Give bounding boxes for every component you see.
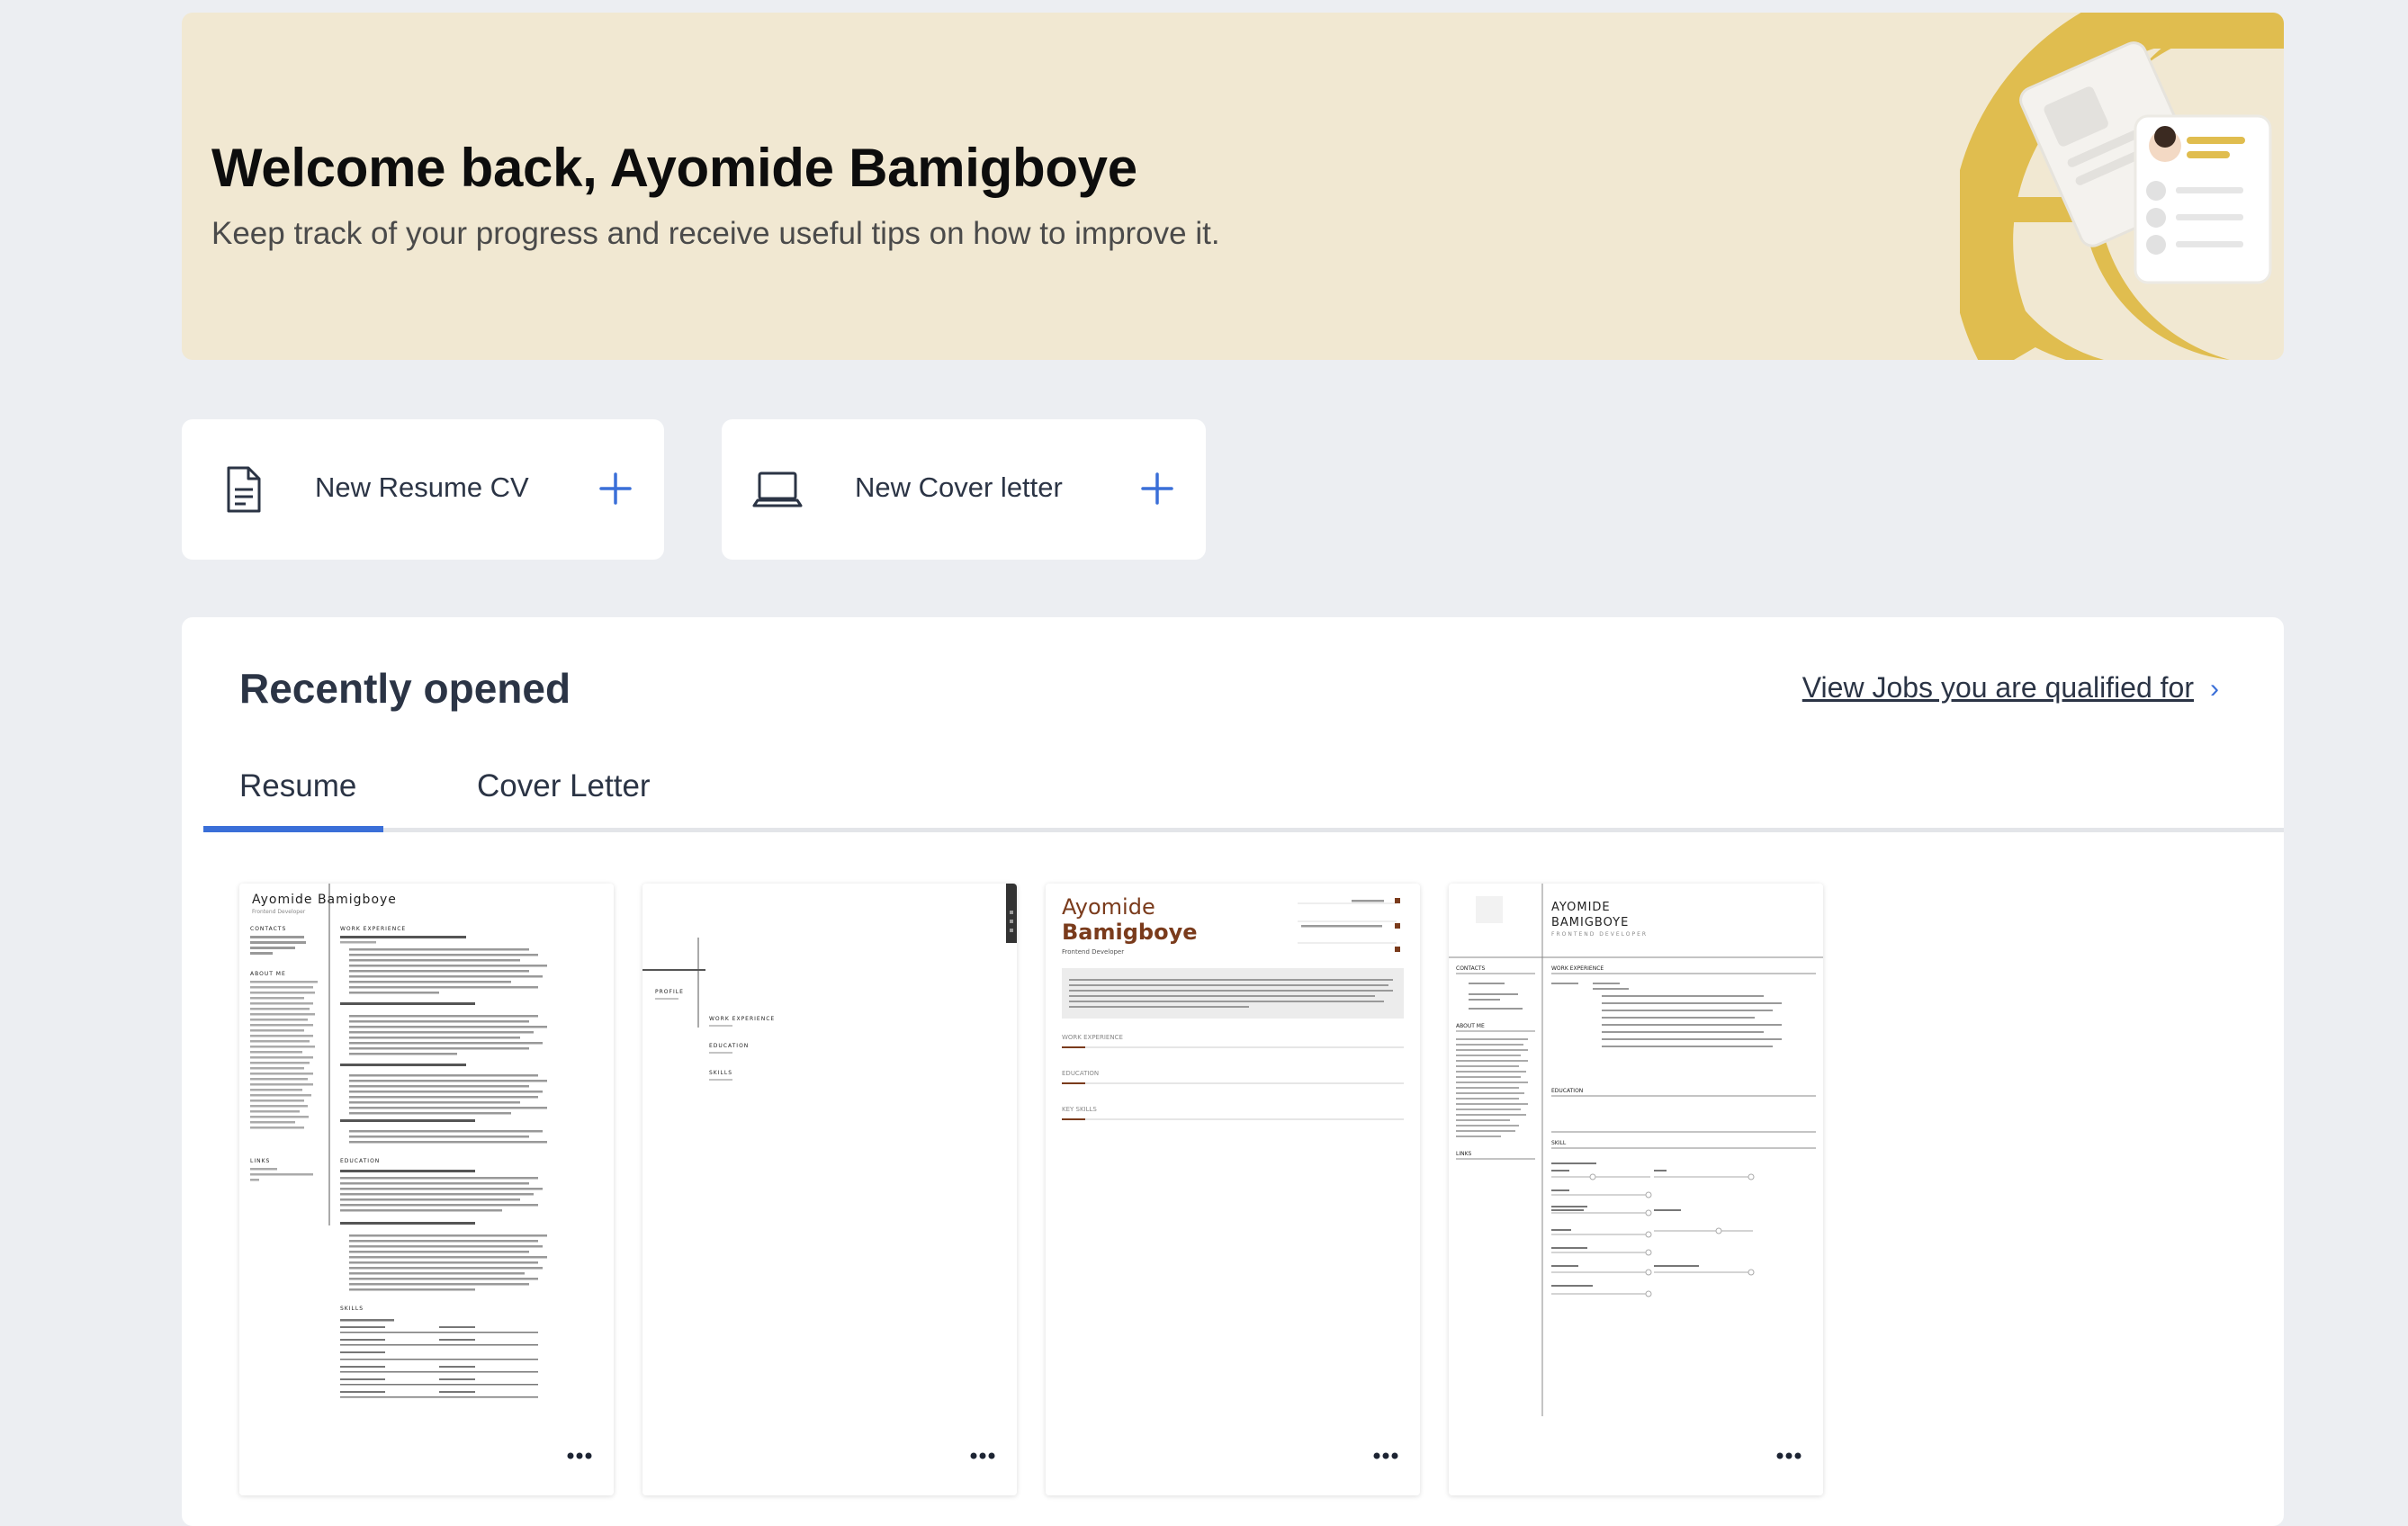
thumb2-work: WORK EXPERIENCE [709, 1016, 775, 1022]
thumb1-about: ABOUT ME [250, 971, 286, 977]
new-resume-card[interactable]: New Resume CV [182, 419, 664, 560]
thumb1-links: LINKS [250, 1158, 270, 1164]
welcome-title: Welcome back, Ayomide Bamigboye [211, 138, 1137, 198]
resume-illustration-icon [1960, 13, 2284, 360]
thumb1-contacts: CONTACTS [250, 926, 286, 932]
thumb4-links: LINKS [1456, 1151, 1472, 1157]
card-footer [1046, 1416, 1420, 1495]
card-footer [642, 1416, 1017, 1495]
tab-active-indicator [203, 826, 383, 832]
thumb1-role: Frontend Developer [252, 909, 306, 915]
resume-thumbnail[interactable]: Ayomide Bamigboye Frontend Developer WOR… [1046, 884, 1420, 1417]
more-horizontal-icon[interactable] [1771, 1438, 1807, 1474]
thumb4-education: EDUCATION [1551, 1088, 1583, 1094]
resume-thumbnail[interactable]: AYOMIDE BAMIGBOYE FRONTEND DEVELOPER CON… [1449, 884, 1823, 1417]
thumb2-profile: PROFILE [655, 989, 684, 995]
plus-icon[interactable] [596, 469, 635, 508]
new-cover-letter-card[interactable]: New Cover letter [722, 419, 1206, 560]
tab-divider [203, 828, 2284, 832]
document-icon [227, 466, 261, 513]
thumb4-skill: SKILL [1551, 1140, 1567, 1146]
resume-card[interactable]: PROFILE WORK EXPERIENCE EDUCATION SKILLS [642, 884, 1017, 1495]
plus-icon[interactable] [1137, 469, 1177, 508]
view-jobs-label[interactable]: View Jobs you are qualified for [1802, 671, 2194, 704]
thumb4-contacts: CONTACTS [1456, 965, 1485, 972]
card-footer [239, 1416, 614, 1495]
recently-opened-panel: Recently opened View Jobs you are qualif… [182, 617, 2284, 1526]
thumb2-skills: SKILLS [709, 1070, 732, 1076]
thumb3-role: Frontend Developer [1062, 948, 1124, 956]
card-footer [1449, 1416, 1823, 1495]
thumb4-last: BAMIGBOYE [1551, 916, 1629, 929]
recently-opened-title: Recently opened [239, 665, 571, 712]
more-horizontal-icon[interactable] [965, 1438, 1001, 1474]
new-resume-label: New Resume CV [315, 471, 529, 503]
resume-thumbnail[interactable]: Ayomide Bamigboye Frontend Developer CON… [239, 884, 614, 1417]
thumb1-skills: SKILLS [340, 1306, 364, 1312]
thumb4-first: AYOMIDE [1551, 901, 1611, 914]
tab-cover-letter[interactable]: Cover Letter [477, 768, 651, 804]
thumb1-name: Ayomide Bamigboye [252, 893, 397, 907]
thumb2-education: EDUCATION [709, 1043, 749, 1049]
thumb4-work: WORK EXPERIENCE [1551, 965, 1604, 972]
resume-card[interactable]: Ayomide Bamigboye Frontend Developer WOR… [1046, 884, 1420, 1495]
resume-card[interactable]: Ayomide Bamigboye Frontend Developer CON… [239, 884, 614, 1495]
welcome-subtitle: Keep track of your progress and receive … [211, 216, 1220, 251]
chevron-right-icon: › [2210, 674, 2219, 704]
laptop-icon [752, 471, 803, 507]
thumb3-first: Ayomide [1062, 894, 1155, 920]
more-horizontal-icon[interactable] [562, 1438, 598, 1474]
thumb3-work: WORK EXPERIENCE [1062, 1034, 1123, 1041]
thumb3-education: EDUCATION [1062, 1070, 1099, 1077]
thumb4-about: ABOUT ME [1456, 1023, 1485, 1029]
resume-card[interactable]: AYOMIDE BAMIGBOYE FRONTEND DEVELOPER CON… [1449, 884, 1823, 1495]
resume-thumbnail[interactable]: PROFILE WORK EXPERIENCE EDUCATION SKILLS [642, 884, 1017, 1417]
thumb4-role: FRONTEND DEVELOPER [1551, 931, 1648, 938]
thumb1-education: EDUCATION [340, 1158, 380, 1164]
new-cover-letter-label: New Cover letter [855, 471, 1063, 503]
tab-resume[interactable]: Resume [239, 768, 356, 804]
thumb1-work: WORK EXPERIENCE [340, 926, 406, 932]
more-horizontal-icon[interactable] [1368, 1438, 1404, 1474]
thumb3-last: Bamigboye [1062, 920, 1198, 945]
view-jobs-link[interactable]: View Jobs you are qualified for › [1802, 671, 2219, 705]
welcome-banner: Welcome back, Ayomide Bamigboye Keep tra… [182, 13, 2284, 360]
thumb3-skills: KEY SKILLS [1062, 1106, 1097, 1113]
